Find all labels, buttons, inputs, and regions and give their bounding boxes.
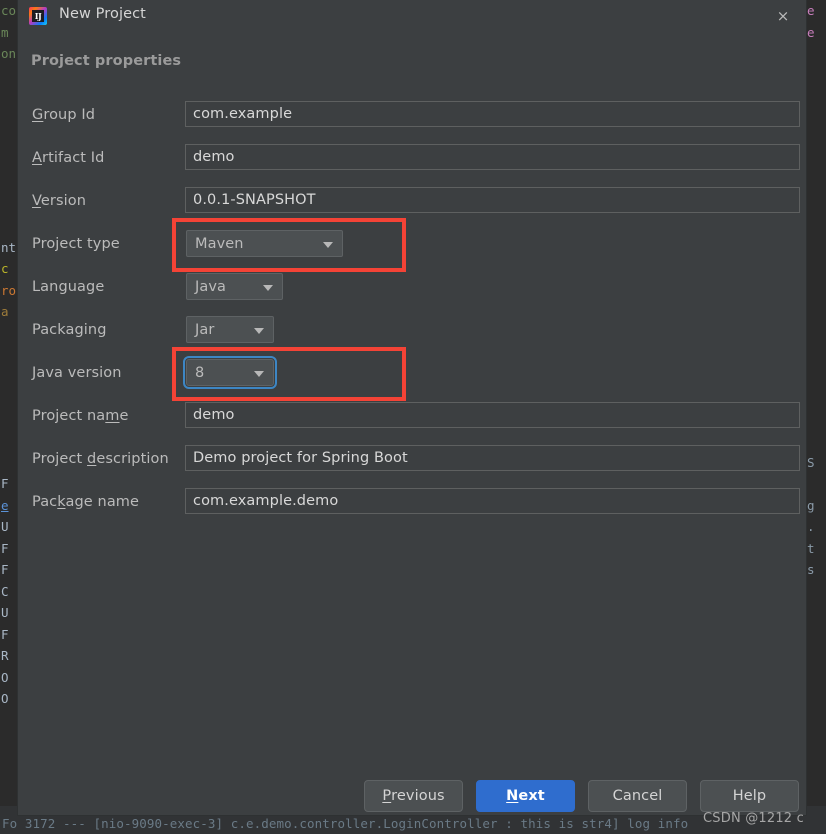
- dropdown-java-version[interactable]: 8: [183, 356, 277, 389]
- cancel-button[interactable]: Cancel: [588, 780, 687, 812]
- console-log-line: Fo 3172 --- [nio-9090-exec-3] c.e.demo.c…: [2, 816, 689, 831]
- form-row-group-id: Group Id com.example: [18, 98, 806, 141]
- input-value-project-name: demo: [193, 407, 235, 423]
- form-row-project-description: Project description Demo project for Spri…: [18, 442, 806, 485]
- label-version: Version: [32, 193, 87, 209]
- project-properties-form: Group Id com.example Artifact Id demo Versio…: [18, 98, 806, 528]
- form-row-version: Version 0.0.1-SNAPSHOT: [18, 184, 806, 227]
- label-group-id: Group Id: [32, 107, 96, 123]
- form-row-project-type: Project type Maven: [18, 227, 806, 270]
- chevron-down-icon: [323, 241, 333, 248]
- input-value-version: 0.0.1-SNAPSHOT: [193, 192, 316, 208]
- input-package-name[interactable]: com.example.demo: [185, 488, 800, 514]
- dropdown-packaging[interactable]: Jar: [186, 316, 274, 343]
- dropdown-value-language: Java: [195, 278, 227, 295]
- intellij-idea-logo-glyph: IJ: [32, 10, 44, 22]
- csdn-watermark: CSDN @1212 c: [703, 811, 804, 826]
- chevron-down-icon: [263, 284, 273, 291]
- close-icon[interactable]: ×: [760, 0, 806, 33]
- input-group-id[interactable]: com.example: [185, 101, 800, 127]
- form-row-package-name: Package name com.example.demo: [18, 485, 806, 528]
- new-project-dialog: IJ New Project × Project properties Grou…: [18, 0, 806, 815]
- label-language: Language: [32, 279, 105, 295]
- ide-background-right-strip: ee S g.ts: [806, 0, 826, 834]
- input-artifact-id[interactable]: demo: [185, 144, 800, 170]
- ide-background-left-code: co m on nt c ro a FeUFFCUFROO: [1, 3, 17, 706]
- dropdown-value-project-type: Maven: [195, 235, 244, 252]
- dropdown-language[interactable]: Java: [186, 273, 283, 300]
- ide-background-right-code: ee S g.ts: [807, 3, 815, 577]
- form-row-artifact-id: Artifact Id demo: [18, 141, 806, 184]
- help-button[interactable]: Help: [700, 780, 799, 812]
- label-package-name: Package name: [32, 494, 140, 510]
- form-row-packaging: Packaging Jar: [18, 313, 806, 356]
- label-packaging: Packaging: [32, 322, 107, 338]
- label-project-name: Project name: [32, 408, 129, 424]
- chevron-down-icon: [254, 370, 264, 377]
- input-value-artifact-id: demo: [193, 149, 235, 165]
- previous-button[interactable]: Previous: [364, 780, 463, 812]
- dropdown-project-type[interactable]: Maven: [186, 230, 343, 257]
- input-value-package-name: com.example.demo: [193, 493, 339, 509]
- form-row-language: Language Java: [18, 270, 806, 313]
- next-button[interactable]: Next: [476, 780, 575, 812]
- form-row-project-name: Project name demo: [18, 399, 806, 442]
- dropdown-value-packaging: Jar: [195, 321, 215, 338]
- input-value-group-id: com.example: [193, 106, 293, 122]
- chevron-down-icon: [254, 327, 264, 334]
- dialog-titlebar: IJ New Project ×: [18, 0, 806, 33]
- dropdown-value-java-version: 8: [195, 364, 205, 381]
- label-artifact-id: Artifact Id: [32, 150, 105, 166]
- input-version[interactable]: 0.0.1-SNAPSHOT: [185, 187, 800, 213]
- input-value-project-description: Demo project for Spring Boot: [193, 450, 408, 466]
- input-project-description[interactable]: Demo project for Spring Boot: [185, 445, 800, 471]
- input-project-name[interactable]: demo: [185, 402, 800, 428]
- label-project-description: Project description: [32, 451, 169, 467]
- ide-background-left-strip: co m on nt c ro a FeUFFCUFROO: [0, 0, 18, 834]
- form-row-java-version: Java version 8: [18, 356, 806, 399]
- section-title: Project properties: [31, 53, 182, 69]
- intellij-idea-logo-icon: IJ: [29, 7, 47, 25]
- dialog-title: New Project: [59, 6, 146, 22]
- label-project-type: Project type: [32, 236, 120, 252]
- label-java-version: Java version: [32, 365, 122, 381]
- dialog-button-bar: Previous Next Cancel Help: [18, 780, 806, 814]
